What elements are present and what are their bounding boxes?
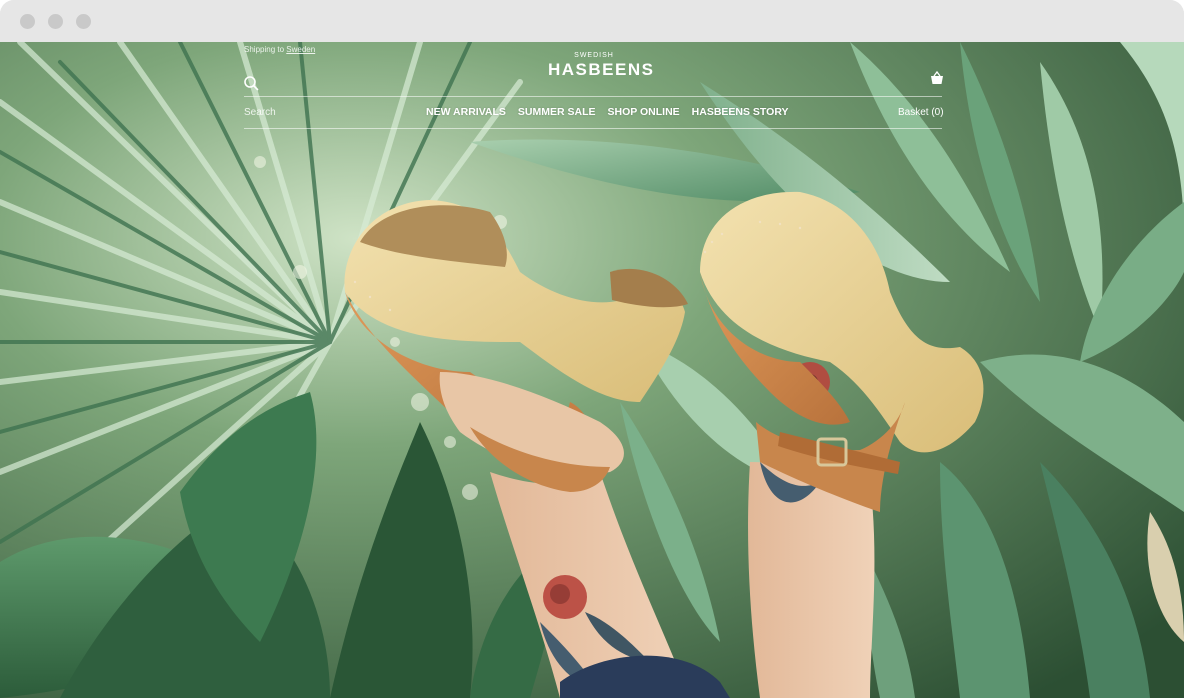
hero-image: [0, 42, 1184, 698]
browser-titlebar: [0, 0, 1184, 42]
header-divider-top: [244, 96, 942, 97]
shipping-prefix: Shipping to: [244, 45, 285, 54]
logo-big-text: HASBEENS: [548, 60, 655, 79]
header-divider-bottom: [244, 128, 942, 129]
shipping-notice: Shipping to Sweden: [244, 45, 315, 54]
nav-item-shop-online[interactable]: SHOP ONLINE: [608, 105, 680, 119]
nav-item-summer-sale[interactable]: SUMMER SALE: [518, 105, 596, 119]
browser-window: Shipping to Sweden SWEDISH HASBEENS NEW …: [0, 0, 1184, 698]
search-icon[interactable]: [243, 75, 259, 91]
main-nav: NEW ARRIVALS SUMMER SALE SHOP ONLINE HAS…: [426, 105, 789, 119]
nav-item-hasbeens-story[interactable]: HASBEENS STORY: [692, 105, 789, 119]
maximize-window-button[interactable]: [76, 14, 91, 29]
basket-icon[interactable]: [929, 70, 945, 86]
basket-link[interactable]: Basket (0): [898, 106, 944, 120]
brand-logo[interactable]: SWEDISH HASBEENS: [548, 52, 655, 82]
shipping-country-link[interactable]: Sweden: [286, 45, 315, 54]
close-window-button[interactable]: [20, 14, 35, 29]
search-input[interactable]: [244, 104, 354, 120]
logo-small-text: SWEDISH: [574, 52, 614, 59]
minimize-window-button[interactable]: [48, 14, 63, 29]
page-viewport: Shipping to Sweden SWEDISH HASBEENS NEW …: [0, 42, 1184, 698]
nav-item-new-arrivals[interactable]: NEW ARRIVALS: [426, 105, 506, 119]
